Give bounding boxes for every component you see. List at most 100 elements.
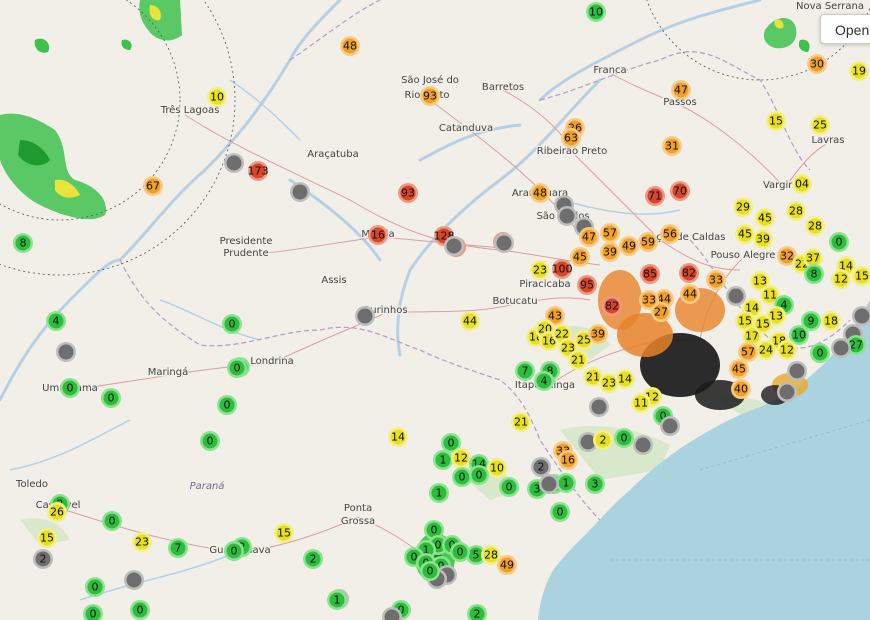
station-marker[interactable]: 10: [207, 87, 227, 107]
station-marker[interactable]: 15: [274, 523, 294, 543]
station-marker[interactable]: 0: [810, 343, 830, 363]
station-marker[interactable]: [633, 435, 653, 455]
station-marker[interactable]: 2: [593, 430, 613, 450]
station-marker[interactable]: [660, 416, 680, 436]
station-marker[interactable]: 93: [420, 86, 440, 106]
station-marker[interactable]: 4: [46, 311, 66, 331]
station-marker[interactable]: 4: [534, 371, 554, 391]
station-marker[interactable]: 1: [429, 483, 449, 503]
station-marker[interactable]: [589, 397, 609, 417]
station-marker[interactable]: 48: [340, 36, 360, 56]
station-marker[interactable]: 1: [433, 450, 453, 470]
station-marker[interactable]: 45: [729, 359, 749, 379]
station-marker[interactable]: 14: [388, 427, 408, 447]
station-marker[interactable]: [787, 361, 807, 381]
station-marker[interactable]: 21: [568, 350, 588, 370]
station-marker[interactable]: 48: [530, 183, 550, 203]
station-marker[interactable]: 39: [600, 242, 620, 262]
station-marker[interactable]: 49: [619, 236, 639, 256]
station-marker[interactable]: 23: [530, 260, 550, 280]
station-marker[interactable]: 40: [731, 379, 751, 399]
station-marker[interactable]: 26: [47, 502, 67, 522]
station-marker[interactable]: [355, 306, 375, 326]
station-marker[interactable]: 04: [792, 174, 812, 194]
station-marker[interactable]: 57: [738, 342, 758, 362]
station-marker[interactable]: [726, 286, 746, 306]
station-marker[interactable]: 45: [755, 208, 775, 228]
station-marker[interactable]: 28: [805, 216, 825, 236]
station-marker[interactable]: 0: [85, 577, 105, 597]
station-marker[interactable]: 47: [671, 80, 691, 100]
station-marker[interactable]: 49: [497, 555, 517, 575]
station-marker[interactable]: 70: [670, 181, 690, 201]
station-marker[interactable]: 16: [368, 225, 388, 245]
station-marker[interactable]: 0: [222, 314, 242, 334]
station-marker[interactable]: 45: [570, 247, 590, 267]
station-marker[interactable]: 0: [200, 431, 220, 451]
station-marker[interactable]: 23: [599, 373, 619, 393]
station-marker[interactable]: 0: [102, 511, 122, 531]
station-marker[interactable]: [831, 338, 851, 358]
station-marker[interactable]: 39: [588, 324, 608, 344]
station-marker[interactable]: 25: [810, 115, 830, 135]
station-marker[interactable]: 8: [804, 264, 824, 284]
station-marker[interactable]: 0: [614, 428, 634, 448]
station-marker[interactable]: 10: [487, 458, 507, 478]
station-marker[interactable]: 0: [60, 378, 80, 398]
station-marker[interactable]: [224, 153, 244, 173]
station-marker[interactable]: 3: [585, 474, 605, 494]
station-marker[interactable]: 1: [327, 590, 347, 610]
station-marker[interactable]: 57: [600, 223, 620, 243]
station-marker[interactable]: 15: [753, 314, 773, 334]
station-marker[interactable]: 39: [753, 229, 773, 249]
station-marker[interactable]: 12: [777, 340, 797, 360]
station-marker[interactable]: 82: [602, 296, 622, 316]
station-marker[interactable]: 2: [33, 549, 53, 569]
station-marker[interactable]: [290, 182, 310, 202]
open-button[interactable]: Open: [820, 14, 870, 44]
station-marker[interactable]: [777, 382, 797, 402]
station-marker[interactable]: 45: [735, 224, 755, 244]
station-marker[interactable]: 1: [556, 473, 576, 493]
station-marker[interactable]: 44: [680, 284, 700, 304]
station-marker[interactable]: 23: [132, 532, 152, 552]
station-marker[interactable]: 15: [37, 528, 57, 548]
station-marker[interactable]: 0: [450, 542, 470, 562]
station-marker[interactable]: 63: [561, 128, 581, 148]
station-marker[interactable]: [539, 474, 559, 494]
station-marker[interactable]: 0: [499, 477, 519, 497]
station-marker[interactable]: 18: [821, 311, 841, 331]
station-marker[interactable]: 0: [469, 465, 489, 485]
station-marker[interactable]: 47: [579, 227, 599, 247]
station-marker[interactable]: 7: [515, 361, 535, 381]
station-marker[interactable]: 85: [640, 264, 660, 284]
station-marker[interactable]: 95: [577, 275, 597, 295]
station-marker[interactable]: 28: [786, 201, 806, 221]
station-marker[interactable]: 44: [460, 311, 480, 331]
station-marker[interactable]: 7: [168, 538, 188, 558]
station-marker[interactable]: 0: [217, 395, 237, 415]
station-marker[interactable]: 10: [586, 2, 606, 22]
station-marker[interactable]: 93: [398, 183, 418, 203]
station-marker[interactable]: 15: [766, 111, 786, 131]
station-marker[interactable]: 8: [13, 233, 33, 253]
station-marker[interactable]: 0: [130, 600, 150, 620]
station-marker[interactable]: 0: [101, 388, 121, 408]
station-marker[interactable]: 11: [631, 393, 651, 413]
station-marker[interactable]: 0: [550, 502, 570, 522]
station-marker[interactable]: 12: [451, 448, 471, 468]
station-marker[interactable]: 0: [829, 232, 849, 252]
station-marker[interactable]: [124, 570, 144, 590]
station-marker[interactable]: 0: [420, 561, 440, 581]
station-marker[interactable]: 0: [227, 358, 247, 378]
station-marker[interactable]: 27: [651, 302, 671, 322]
station-marker[interactable]: 59: [638, 232, 658, 252]
station-marker[interactable]: 21: [511, 412, 531, 432]
station-marker[interactable]: 56: [660, 224, 680, 244]
station-marker[interactable]: 16: [558, 450, 578, 470]
map-canvas[interactable]: Nova SerranaTrês LagoasSão José doRio Pr…: [0, 0, 870, 620]
station-marker[interactable]: 12: [831, 269, 851, 289]
station-marker[interactable]: 19: [849, 61, 869, 81]
station-marker[interactable]: 2: [303, 549, 323, 569]
station-marker[interactable]: 71: [645, 186, 665, 206]
